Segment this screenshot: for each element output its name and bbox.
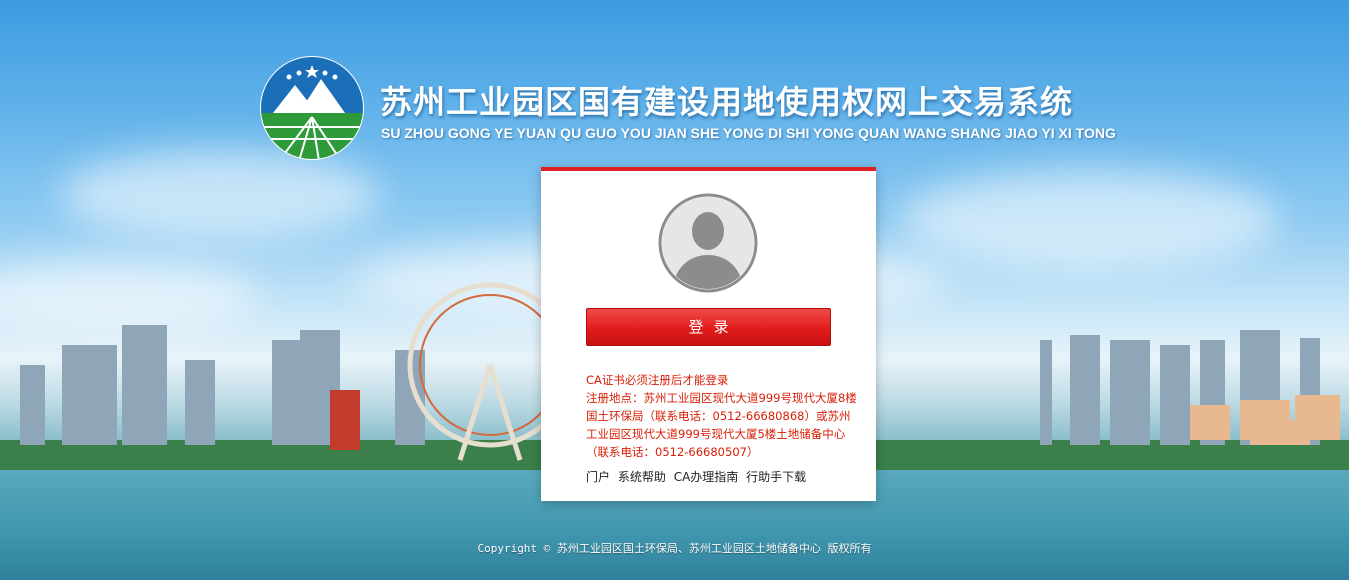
user-avatar-icon: [658, 193, 758, 293]
page-title: 苏州工业园区国有建设用地使用权网上交易系统: [380, 83, 1074, 121]
copyright-text: Copyright © 苏州工业园区国土环保局、苏州工业园区土地储备中心 版权所…: [477, 542, 872, 555]
ca-registration-address: 注册地点：苏州工业园区现代大道999号现代大厦8楼国土环保局（联系电话：0512…: [586, 391, 857, 459]
link-system-help[interactable]: 系统帮助: [618, 470, 666, 484]
login-panel: 登录 CA证书必须注册后才能登录 注册地点：苏州工业园区现代大道999号现代大厦…: [541, 167, 876, 501]
link-ca-guide[interactable]: CA办理指南: [674, 470, 739, 484]
ca-notice-line: CA证书必须注册后才能登录: [586, 373, 729, 387]
footer-links: 门户 系统帮助 CA办理指南 行助手下载: [586, 468, 810, 485]
page-subtitle-pinyin: SU ZHOU GONG YE YUAN QU GUO YOU JIAN SHE…: [381, 125, 1116, 141]
ca-notice: CA证书必须注册后才能登录 注册地点：苏州工业园区现代大道999号现代大厦8楼国…: [586, 371, 861, 461]
mountain-stars-logo: [260, 56, 364, 160]
link-assistant-download[interactable]: 行助手下载: [746, 470, 806, 484]
link-portal[interactable]: 门户: [586, 470, 610, 484]
login-button[interactable]: 登录: [586, 308, 831, 346]
